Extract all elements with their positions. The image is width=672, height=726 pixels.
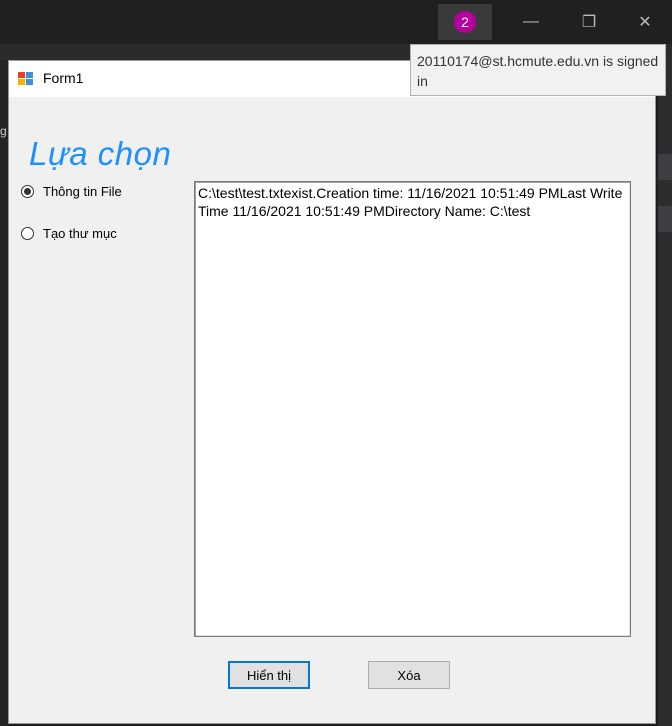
ide-right-panel — [658, 60, 672, 726]
account-badge: 2 — [454, 11, 476, 33]
restore-icon: ❐ — [581, 14, 597, 31]
form-window: Form1 Lựa chọn Thông tin File Tạo thư mụ… — [8, 60, 656, 724]
minimize-icon: — — [523, 13, 539, 30]
radio-file-info-label: Thông tin File — [43, 184, 122, 199]
ide-right-tab[interactable] — [658, 206, 672, 232]
signed-in-tooltip: 20110174@st.hcmute.edu.vn is signed in — [410, 44, 666, 96]
show-button[interactable]: Hiển thị — [228, 661, 310, 689]
close-icon: ✕ — [638, 14, 652, 31]
ide-right-tab[interactable] — [658, 154, 672, 180]
close-button[interactable]: ✕ — [618, 4, 672, 40]
form-title: Form1 — [43, 70, 84, 86]
radio-unchecked-icon — [21, 227, 34, 240]
output-textbox[interactable]: C:\test\test.txtexist.Creation time: 11/… — [194, 181, 631, 637]
clear-button[interactable]: Xóa — [368, 661, 450, 689]
radio-create-folder-label: Tạo thư mục — [43, 226, 117, 241]
account-button[interactable]: 2 — [438, 4, 492, 40]
radio-create-folder[interactable]: Tạo thư mục — [21, 226, 117, 241]
ide-left-text-fragment: g — [0, 124, 7, 138]
radio-checked-icon — [21, 185, 34, 198]
restore-button[interactable]: ❐ — [562, 4, 616, 40]
app-icon — [18, 72, 34, 86]
minimize-button[interactable]: — — [504, 4, 558, 40]
ide-left-panel — [0, 60, 8, 726]
page-heading: Lựa chọn — [29, 135, 172, 172]
radio-file-info[interactable]: Thông tin File — [21, 184, 122, 199]
